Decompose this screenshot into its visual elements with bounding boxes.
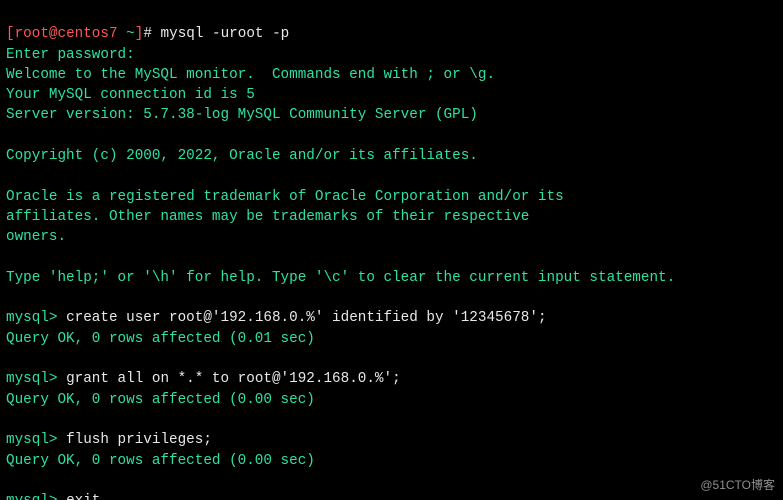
query-grant: grant all on *.* to root@'192.168.0.%'; [57, 371, 400, 387]
bracket-open: [ [6, 26, 15, 42]
user-host: root@centos7 [15, 26, 118, 42]
prompt-sep [118, 26, 127, 42]
cwd: ~ [126, 26, 135, 42]
mysql-prompt: mysql> [6, 371, 57, 387]
line-trademark-2: affiliates. Other names may be trademark… [6, 209, 529, 225]
line-conn-id: Your MySQL connection id is 5 [6, 87, 255, 103]
watermark: @51CTO博客 [700, 477, 775, 494]
shell-command: mysql -uroot -p [161, 26, 290, 42]
line-copyright: Copyright (c) 2000, 2022, Oracle and/or … [6, 148, 478, 164]
mysql-prompt: mysql> [6, 310, 57, 326]
prompt-symbol: # [143, 26, 152, 42]
line-trademark-1: Oracle is a registered trademark of Orac… [6, 189, 564, 205]
mysql-prompt: mysql> [6, 493, 57, 500]
shell-prompt: [root@centos7 ~]# [6, 26, 152, 42]
result-flush: Query OK, 0 rows affected (0.00 sec) [6, 453, 315, 469]
query-exit: exit [57, 493, 100, 500]
query-flush: flush privileges; [57, 432, 211, 448]
mysql-prompt: mysql> [6, 432, 57, 448]
line-welcome: Welcome to the MySQL monitor. Commands e… [6, 67, 495, 83]
line-server-version: Server version: 5.7.38-log MySQL Communi… [6, 107, 478, 123]
result-grant: Query OK, 0 rows affected (0.00 sec) [6, 392, 315, 408]
line-help: Type 'help;' or '\h' for help. Type '\c'… [6, 270, 675, 286]
result-create-user: Query OK, 0 rows affected (0.01 sec) [6, 331, 315, 347]
terminal-output[interactable]: [root@centos7 ~]# mysql -uroot -p Enter … [0, 0, 783, 500]
query-create-user: create user root@'192.168.0.%' identifie… [57, 310, 546, 326]
line-enter-password: Enter password: [6, 47, 135, 63]
line-trademark-3: owners. [6, 229, 66, 245]
